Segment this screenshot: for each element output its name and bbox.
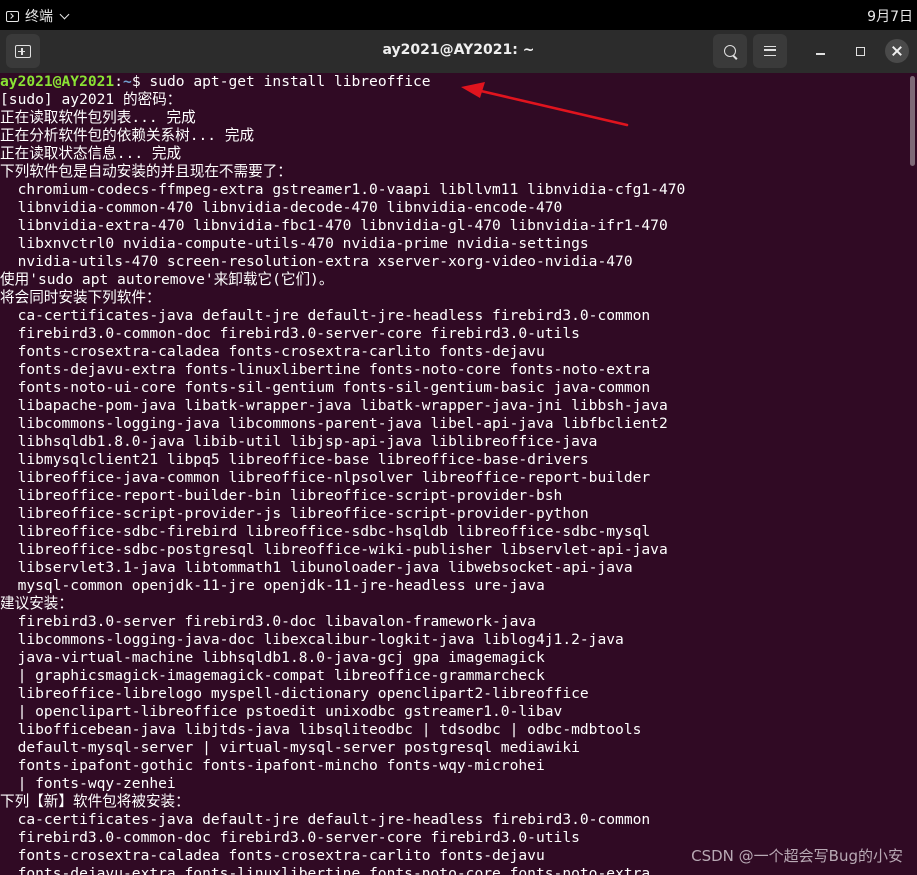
output-line: 正在分析软件包的依赖关系树... 完成 [0, 127, 255, 144]
maximize-button[interactable] [851, 42, 869, 60]
output-line: fonts-dejavu-extra fonts-linuxlibertine … [0, 361, 651, 378]
prompt-user-host: ay2021@AY2021 [0, 73, 115, 90]
minimize-icon [815, 53, 825, 55]
output-line: libservlet3.1-java libtommath1 libunoloa… [0, 559, 633, 576]
output-line: fonts-crosextra-caladea fonts-crosextra-… [0, 343, 545, 360]
output-line: | fonts-wqy-zenhei [0, 775, 176, 792]
output-line: fonts-dejavu-extra fonts-linuxlibertine … [0, 865, 651, 875]
output-line: ca-certificates-java default-jre default… [0, 811, 651, 828]
output-line: java-virtual-machine libhsqldb1.8.0-java… [0, 649, 545, 666]
output-line: | openclipart-libreoffice pstoedit unixo… [0, 703, 563, 720]
search-button[interactable] [713, 34, 747, 68]
prompt-symbol: $ [131, 73, 150, 90]
output-line: libmysqlclient21 libpq5 libreoffice-base… [0, 451, 589, 468]
minimize-button[interactable] [811, 42, 829, 60]
output-line: libnvidia-common-470 libnvidia-decode-47… [0, 199, 563, 216]
app-menu[interactable]: 终端 [6, 6, 70, 26]
output-line: 下列【新】软件包将被安装： [0, 793, 190, 810]
clock-date[interactable]: 9月7日 [867, 6, 913, 26]
output-line: fonts-noto-ui-core fonts-sil-gentium fon… [0, 379, 651, 396]
output-line: chromium-codecs-ffmpeg-extra gstreamer1.… [0, 181, 686, 198]
app-name: 终端 [25, 9, 53, 25]
typed-command: sudo apt-get install libreoffice [149, 73, 431, 90]
window-header-bar: ay2021@AY2021: ~ [0, 30, 917, 73]
output-line: libapache-pom-java libatk-wrapper-java l… [0, 397, 668, 414]
output-line: ca-certificates-java default-jre default… [0, 307, 651, 324]
close-icon [892, 46, 902, 56]
maximize-icon [855, 46, 865, 56]
output-line: libnvidia-extra-470 libnvidia-fbc1-470 l… [0, 217, 668, 234]
output-line: libxnvctrl0 nvidia-compute-utils-470 nvi… [0, 235, 589, 252]
search-icon [724, 45, 736, 57]
close-button[interactable] [885, 39, 909, 63]
output-line: libreoffice-java-common libreoffice-nlps… [0, 469, 651, 486]
hamburger-menu-icon [764, 46, 776, 56]
output-line: 建议安装： [0, 595, 73, 612]
output-line: 正在读取状态信息... 完成 [0, 145, 182, 162]
output-line: libofficebean-java libjtds-java libsqlit… [0, 721, 642, 738]
terminal-icon [6, 10, 19, 22]
output-line: firebird3.0-common-doc firebird3.0-serve… [0, 325, 580, 342]
chevron-down-icon [59, 9, 70, 19]
terminal-scrollbar[interactable] [910, 76, 915, 166]
output-line: libcommons-logging-java libcommons-paren… [0, 415, 668, 432]
prompt-path: ~ [123, 73, 132, 90]
output-line: 将会同时安装下列软件： [0, 289, 161, 306]
output-line: libreoffice-report-builder-bin libreoffi… [0, 487, 563, 504]
output-line: libreoffice-librelogo myspell-dictionary… [0, 685, 589, 702]
output-line: fonts-ipafont-gothic fonts-ipafont-minch… [0, 757, 545, 774]
output-line: firebird3.0-server firebird3.0-doc libav… [0, 613, 536, 630]
system-top-bar: 终端 9月7日 [0, 0, 917, 30]
menu-button[interactable] [753, 34, 787, 68]
output-line: default-mysql-server | virtual-mysql-ser… [0, 739, 580, 756]
output-line: 下列软件包是自动安装的并且现在不需要了： [0, 163, 292, 180]
output-line: 使用'sudo apt autoremove'来卸载它(它们)。 [0, 271, 334, 288]
output-line: libhsqldb1.8.0-java libib-util libjsp-ap… [0, 433, 598, 450]
output-line: libcommons-logging-java-doc libexcalibur… [0, 631, 624, 648]
output-line: mysql-common openjdk-11-jre openjdk-11-j… [0, 577, 545, 594]
output-line: libreoffice-sdbc-firebird libreoffice-sd… [0, 523, 651, 540]
output-line: nvidia-utils-470 screen-resolution-extra… [0, 253, 633, 270]
output-lines: [sudo] ay2021 的密码： 正在读取软件包列表... 完成 正在分析软件包… [0, 91, 917, 875]
red-arrow-annotation [461, 82, 629, 127]
output-line: libreoffice-sdbc-postgresql libreoffice-… [0, 541, 668, 558]
csdn-watermark: CSDN @一个超会写Bug的小安 [691, 847, 903, 865]
terminal-output[interactable]: ay2021@AY2021:~$ sudo apt-get install li… [0, 73, 917, 875]
output-line: libreoffice-script-provider-js libreoffi… [0, 505, 589, 522]
prompt-separator: : [114, 73, 124, 90]
output-line: | graphicsmagick-imagemagick-compat libr… [0, 667, 545, 684]
